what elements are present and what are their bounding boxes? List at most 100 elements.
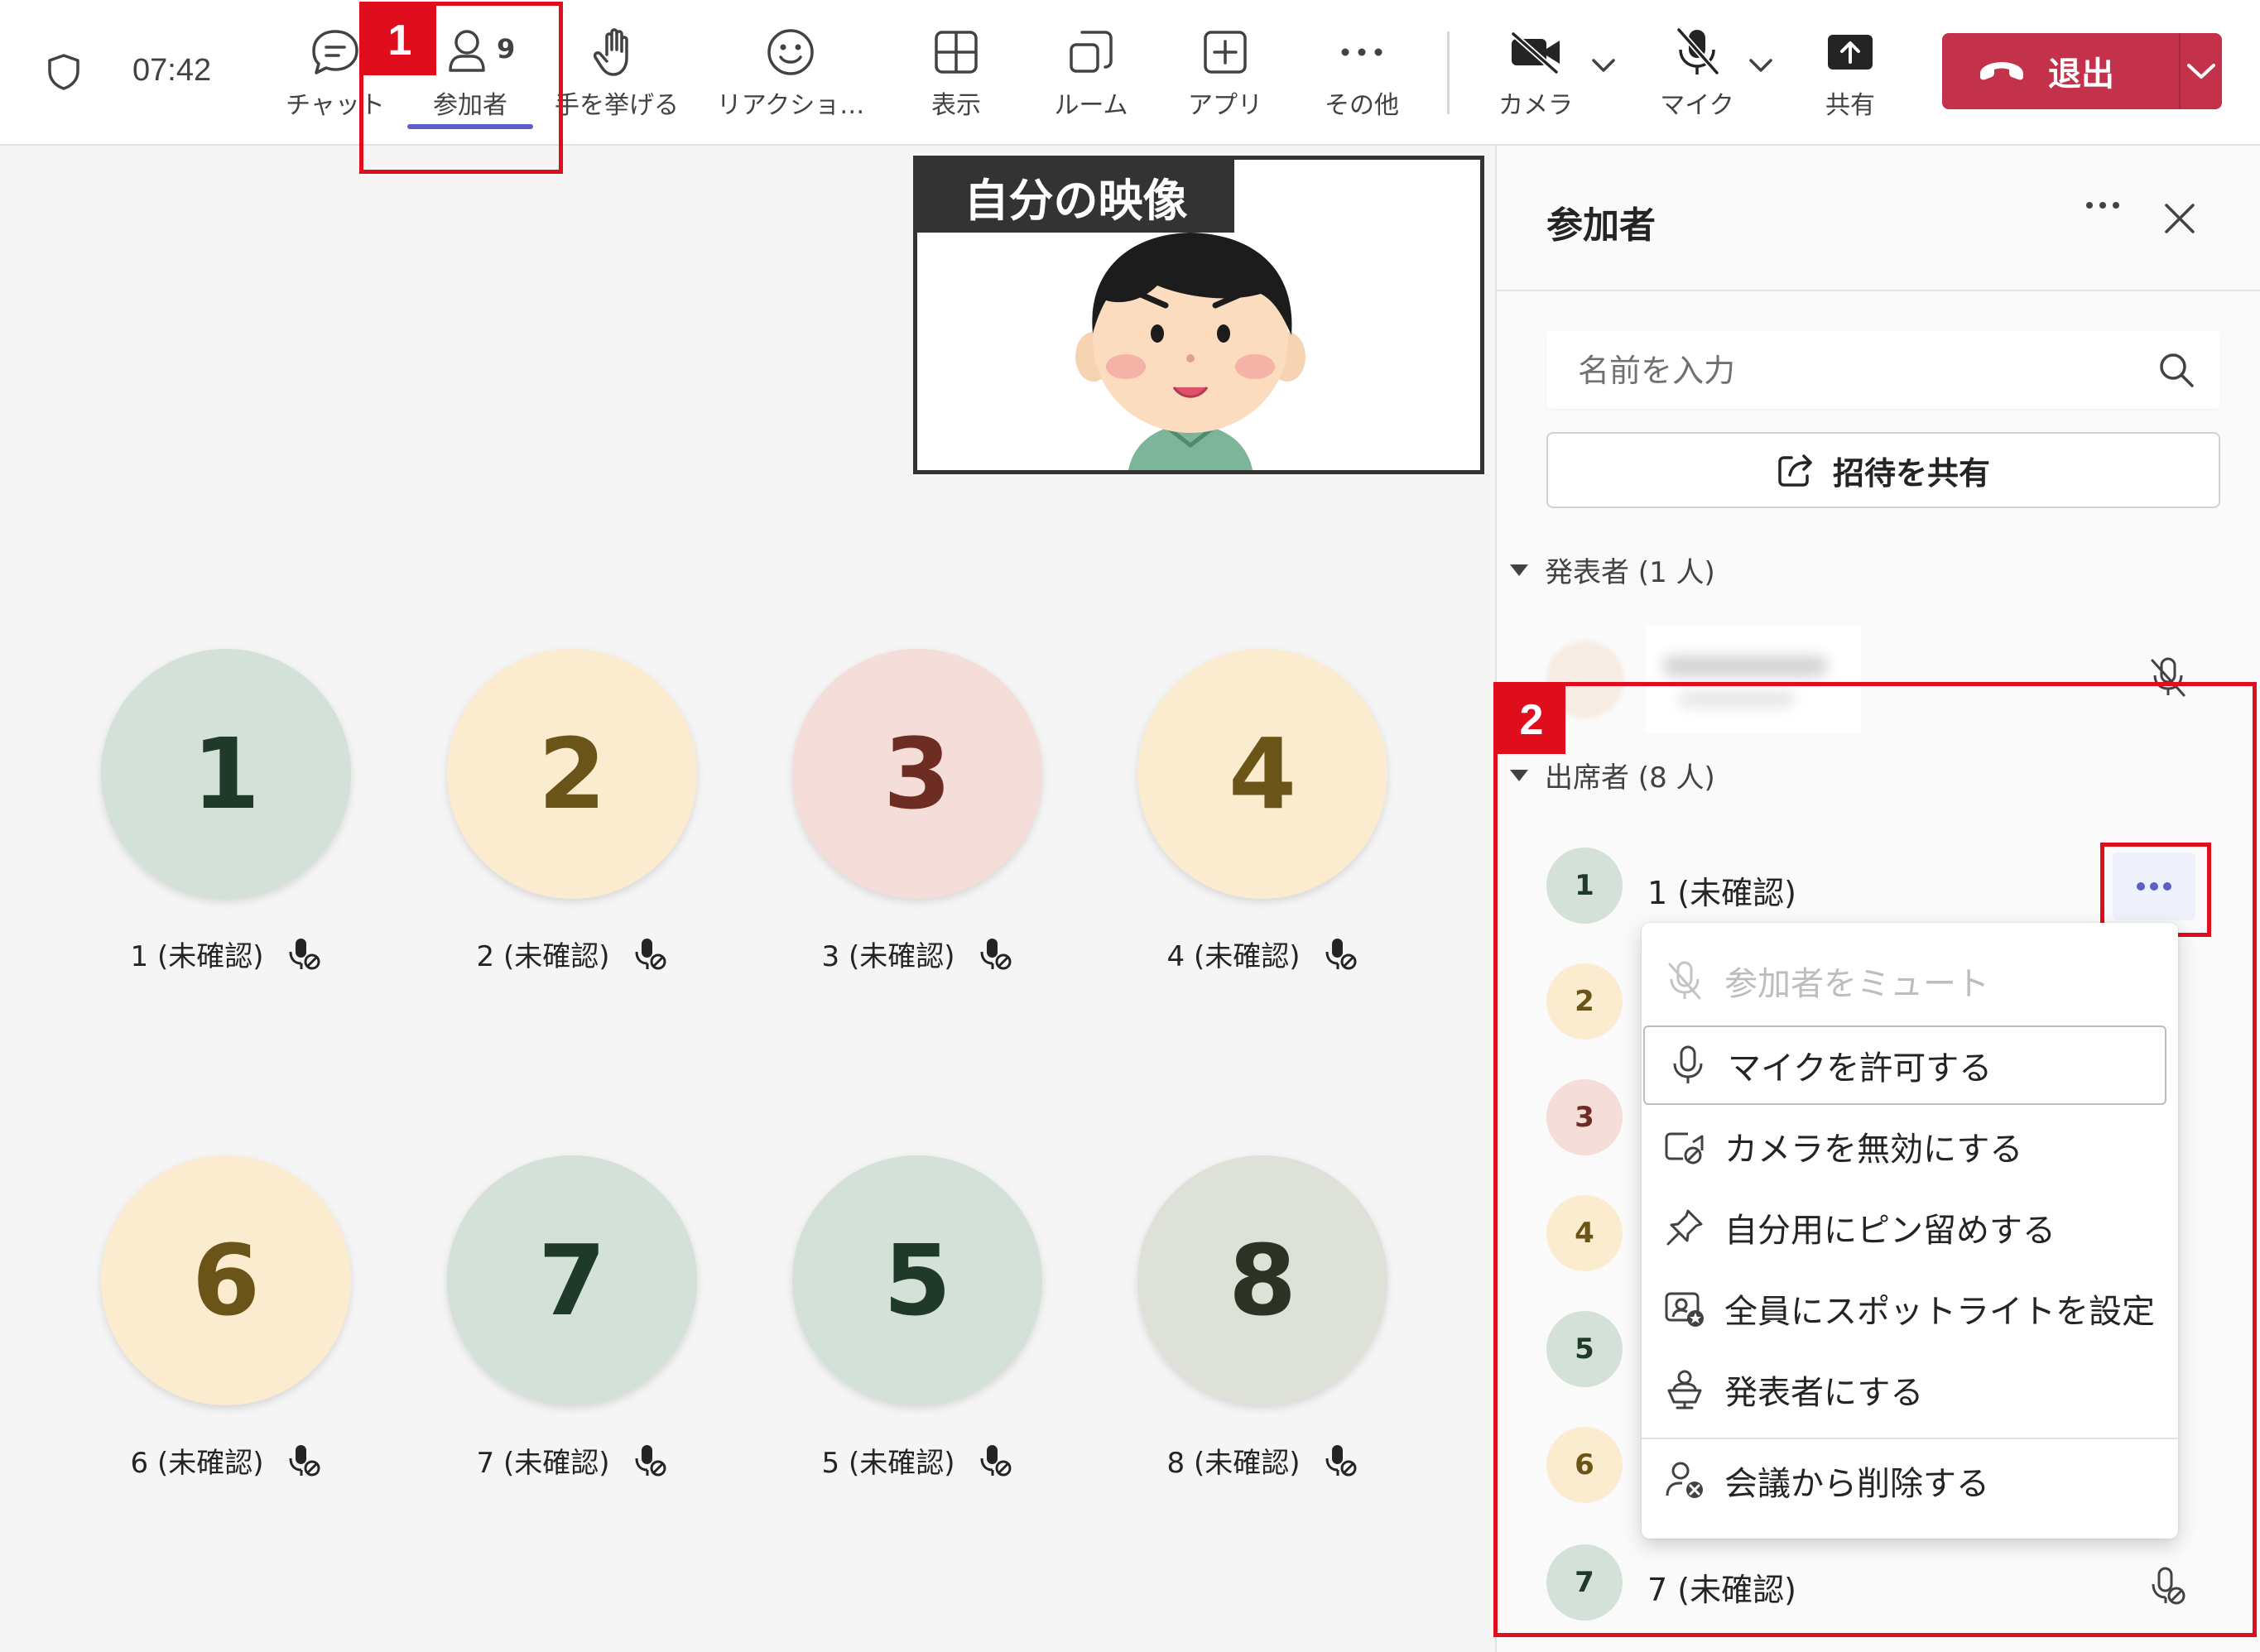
- attendee-row[interactable]: 1 1 (未確認): [1546, 844, 2220, 927]
- presenter-name-blurred: [1646, 626, 1861, 733]
- participant-tile[interactable]: 2 2 (未確認): [447, 649, 697, 974]
- close-icon[interactable]: [2163, 202, 2196, 235]
- chat-icon: [309, 25, 362, 79]
- participant-tile-avatar: 6: [101, 1155, 351, 1405]
- view-label: 表示: [931, 91, 981, 120]
- attendee-name: 1 (未確認): [1647, 875, 1796, 911]
- toolbar-divider: [1447, 31, 1450, 114]
- participant-tile-name: 4 (未確認): [1166, 940, 1301, 973]
- mic-blocked-icon: [634, 1443, 667, 1478]
- attendee-avatar: 5: [1546, 1311, 1623, 1387]
- panel-title: 参加者: [1546, 204, 1656, 247]
- search-box: [1546, 331, 2220, 411]
- menu-item-disable-camera[interactable]: カメラを無効にする: [1642, 1107, 2178, 1186]
- participant-tile-name: 5 (未確認): [821, 1447, 955, 1480]
- participant-tile[interactable]: 6 6 (未確認): [101, 1155, 351, 1481]
- more-label: その他: [1325, 91, 1399, 120]
- menu-divider: [1642, 1438, 2178, 1439]
- participant-tile-name: 2 (未確認): [476, 940, 610, 973]
- raise-hand-label: 手を挙げる: [555, 91, 679, 120]
- share-button[interactable]: 共有: [1805, 25, 1896, 124]
- participant-tile[interactable]: 8 8 (未確認): [1137, 1155, 1387, 1481]
- menu-item-label: 発表者にする: [1724, 1374, 1924, 1412]
- shield-icon: [46, 53, 82, 91]
- mic-blocked-icon: [1325, 1443, 1358, 1478]
- participant-tile-avatar: 4: [1137, 649, 1387, 899]
- participant-tile[interactable]: 5 5 (未確認): [792, 1155, 1042, 1481]
- menu-item-allow-mic[interactable]: マイクを許可する: [1643, 1025, 2166, 1105]
- attendees-header-label: 出席者 (8 人): [1545, 761, 1715, 795]
- participant-tile[interactable]: 3 3 (未確認): [792, 649, 1042, 974]
- attendee-avatar: 4: [1546, 1195, 1623, 1271]
- share-invite-label: 招待を共有: [1832, 454, 1990, 492]
- collapse-caret-icon: [1510, 564, 1528, 576]
- participant-count: 9: [497, 33, 516, 65]
- smile-icon: [765, 25, 816, 79]
- menu-item-mute-participant[interactable]: 参加者をミュート: [1642, 941, 2178, 1020]
- more-options-icon[interactable]: [2113, 852, 2195, 920]
- leave-options-chevron[interactable]: [2181, 60, 2222, 82]
- mic-icon: [1663, 1045, 1713, 1086]
- camera-label: カメラ: [1498, 91, 1573, 120]
- more-button[interactable]: その他: [1312, 25, 1411, 124]
- share-link-icon: [1777, 453, 1815, 487]
- leave-button-group: 退出: [1942, 33, 2222, 109]
- menu-item-remove-from-meeting[interactable]: 会議から削除する: [1642, 1441, 2178, 1520]
- share-label: 共有: [1825, 91, 1875, 120]
- meeting-timer: 07:42: [132, 53, 212, 88]
- search-input[interactable]: [1576, 331, 2142, 411]
- hand-icon: [592, 25, 642, 79]
- participant-tile-name: 6 (未確認): [130, 1447, 264, 1480]
- attendee-avatar: 7: [1546, 1544, 1623, 1621]
- camera-options-chevron[interactable]: [1589, 56, 1618, 74]
- mic-blocked-icon: [634, 937, 667, 972]
- menu-item-label: 参加者をミュート: [1724, 965, 1989, 1003]
- attendee-avatar: 2: [1546, 963, 1623, 1040]
- apps-button[interactable]: アプリ: [1180, 25, 1271, 124]
- participant-tile[interactable]: 4 4 (未確認): [1137, 649, 1387, 974]
- grid-icon: [932, 25, 980, 79]
- mic-blocked-icon: [288, 937, 321, 972]
- meeting-toolbar: 07:42 チャット 9 参加者 手を挙げる リアクショ… 表示 ルーム アプリ…: [0, 0, 2260, 146]
- participant-tile-avatar: 3: [792, 649, 1042, 899]
- search-icon[interactable]: [2157, 351, 2195, 389]
- menu-item-spotlight-everyone[interactable]: 全員にスポットライトを設定: [1642, 1269, 2178, 1348]
- participants-button[interactable]: 9 参加者: [407, 25, 533, 129]
- chat-label: チャット: [286, 91, 385, 120]
- menu-item-pin-for-me[interactable]: 自分用にピン留めする: [1642, 1188, 2178, 1267]
- menu-item-label: マイクを許可する: [1728, 1049, 1993, 1088]
- reactions-button[interactable]: リアクショ…: [708, 25, 873, 124]
- rooms-button[interactable]: ルーム: [1041, 25, 1141, 124]
- mic-off-icon: [2149, 656, 2187, 699]
- attendee-avatar: 6: [1546, 1427, 1623, 1503]
- participant-tile[interactable]: 7 7 (未確認): [447, 1155, 697, 1481]
- ellipsis-icon: [1338, 25, 1386, 79]
- attendee-row[interactable]: 7 7 (未確認): [1546, 1541, 2220, 1624]
- presenter-icon: [1660, 1369, 1709, 1410]
- camera-button[interactable]: カメラ: [1490, 25, 1581, 124]
- attendees-section-header[interactable]: 出席者 (8 人): [1510, 755, 1715, 795]
- participant-tile-name: 3 (未確認): [821, 940, 955, 973]
- panel-divider: [1497, 290, 2260, 291]
- participant-tile[interactable]: 1 1 (未確認): [101, 649, 351, 974]
- menu-item-label: 自分用にピン留めする: [1724, 1212, 2056, 1250]
- hang-up-icon: [1977, 59, 2027, 84]
- menu-item-make-presenter[interactable]: 発表者にする: [1642, 1350, 2178, 1429]
- presenters-section-header[interactable]: 発表者 (1 人): [1510, 550, 1715, 590]
- panel-more-icon[interactable]: [2084, 199, 2121, 212]
- self-video: 自分の映像: [913, 156, 1484, 474]
- share-invite-button[interactable]: 招待を共有: [1546, 432, 2220, 508]
- attendee-name: 7 (未確認): [1647, 1572, 1796, 1608]
- mic-options-chevron[interactable]: [1747, 56, 1775, 74]
- rooms-label: ルーム: [1054, 91, 1128, 120]
- leave-button[interactable]: 退出: [1942, 33, 2179, 109]
- participant-tile-name: 1 (未確認): [130, 940, 264, 973]
- raise-hand-button[interactable]: 手を挙げる: [546, 25, 687, 124]
- mic-label: マイク: [1660, 91, 1734, 120]
- rooms-icon: [1067, 25, 1115, 79]
- presenter-row[interactable]: [1546, 626, 2220, 733]
- mic-button[interactable]: マイク: [1652, 25, 1743, 124]
- participant-context-menu: 参加者をミュート マイクを許可する カメラを無効にする 自分用にピン留めする 全…: [1642, 923, 2178, 1539]
- view-button[interactable]: 表示: [911, 25, 1002, 124]
- annotation-badge-2: 2: [1498, 686, 1565, 754]
